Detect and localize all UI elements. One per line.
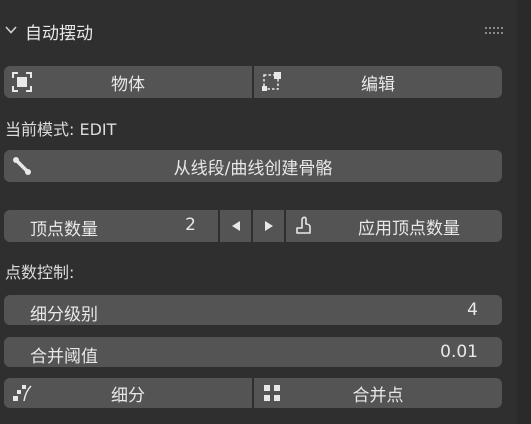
chevron-down-icon[interactable]	[5, 24, 17, 36]
subdivide-icon	[13, 385, 32, 402]
subdivide-button[interactable]: 细分	[4, 378, 252, 408]
object-mode-icon	[12, 72, 32, 92]
triangle-right-icon	[264, 221, 273, 231]
edit-mode-label: 编辑	[361, 74, 395, 95]
subdivide-label: 细分	[111, 385, 145, 406]
vertex-count-value: 2	[185, 215, 196, 235]
panel-header[interactable]: 自动摆动	[0, 12, 517, 48]
auto-wiggle-panel: 自动摆动 物体 编辑 当前模式: EDIT 从线段/曲线创建骨骼 顶点数量 2 …	[0, 0, 518, 424]
vertex-count-row: 顶点数量 2 应用顶点数量	[4, 210, 502, 242]
merge-threshold-label: 合并阈值	[30, 347, 98, 367]
edit-mode-button[interactable]: 编辑	[254, 66, 502, 98]
create-bones-label: 从线段/曲线创建骨骼	[173, 158, 333, 179]
current-mode-label: 当前模式: EDIT	[5, 120, 117, 139]
subdivision-level-field[interactable]: 细分级别 4	[4, 295, 502, 325]
merge-points-button[interactable]: 合并点	[254, 378, 502, 408]
merge-threshold-field[interactable]: 合并阈值 0.01	[4, 337, 502, 367]
triangle-left-icon	[231, 221, 240, 231]
vertex-count-field[interactable]: 顶点数量 2	[4, 210, 218, 242]
merge-points-label: 合并点	[352, 385, 404, 406]
decrement-button[interactable]	[220, 210, 251, 242]
object-mode-button[interactable]: 物体	[4, 66, 252, 98]
subdivision-level-label: 细分级别	[30, 305, 98, 325]
merge-threshold-value: 0.01	[440, 342, 478, 362]
apply-vertex-count-button[interactable]: 应用顶点数量	[286, 210, 502, 242]
drag-grip-icon[interactable]	[485, 27, 505, 35]
panel-title: 自动摆动	[25, 24, 93, 44]
subdivide-merge-row: 细分 合并点	[4, 378, 502, 408]
object-mode-label: 物体	[111, 74, 145, 95]
merge-icon	[264, 385, 280, 401]
vertex-count-label: 顶点数量	[30, 220, 98, 240]
mode-button-row: 物体 编辑	[4, 66, 502, 98]
apply-vertex-count-label: 应用顶点数量	[358, 218, 460, 239]
create-bones-row: 从线段/曲线创建骨骼	[4, 150, 502, 182]
point-control-label: 点数控制:	[5, 263, 75, 282]
side-scrollbar[interactable]	[517, 0, 531, 424]
curve-icon	[296, 216, 311, 234]
edit-mode-icon	[262, 72, 281, 91]
subdivision-level-value: 4	[467, 300, 478, 320]
increment-button[interactable]	[253, 210, 284, 242]
bone-icon	[13, 157, 31, 175]
create-bones-button[interactable]: 从线段/曲线创建骨骼	[4, 150, 502, 182]
